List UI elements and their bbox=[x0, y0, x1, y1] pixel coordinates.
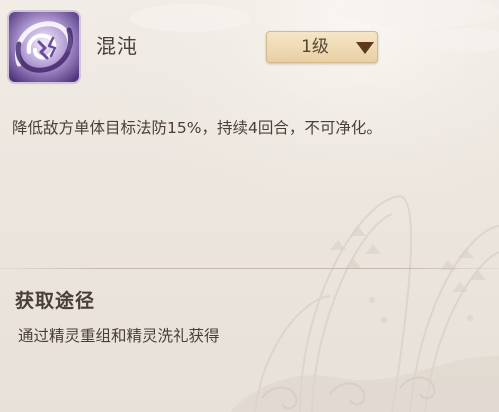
sea-wave-decoration bbox=[230, 356, 499, 412]
source-heading: 获取途径 bbox=[15, 290, 96, 312]
skill-detail-panel: 混沌 1级 降低敌方单体目标法防15%，持续4回合，不可净化。 获取途径 通过精… bbox=[0, 0, 499, 412]
skill-description: 降低敌方单体目标法防15%，持续4回合，不可净化。 bbox=[12, 119, 382, 137]
source-text: 通过精灵重组和精灵洗礼获得 bbox=[18, 327, 220, 345]
section-divider bbox=[0, 268, 499, 269]
level-dropdown[interactable]: 1级 bbox=[266, 31, 378, 63]
tribal-pattern-decoration bbox=[330, 226, 486, 323]
chaos-skill-icon bbox=[9, 12, 79, 82]
tribal-sail-decoration bbox=[254, 194, 499, 412]
skill-name: 混沌 bbox=[96, 34, 138, 58]
chevron-down-icon bbox=[356, 42, 374, 54]
wave-swirl-decoration bbox=[261, 376, 436, 410]
level-value: 1级 bbox=[301, 37, 329, 57]
